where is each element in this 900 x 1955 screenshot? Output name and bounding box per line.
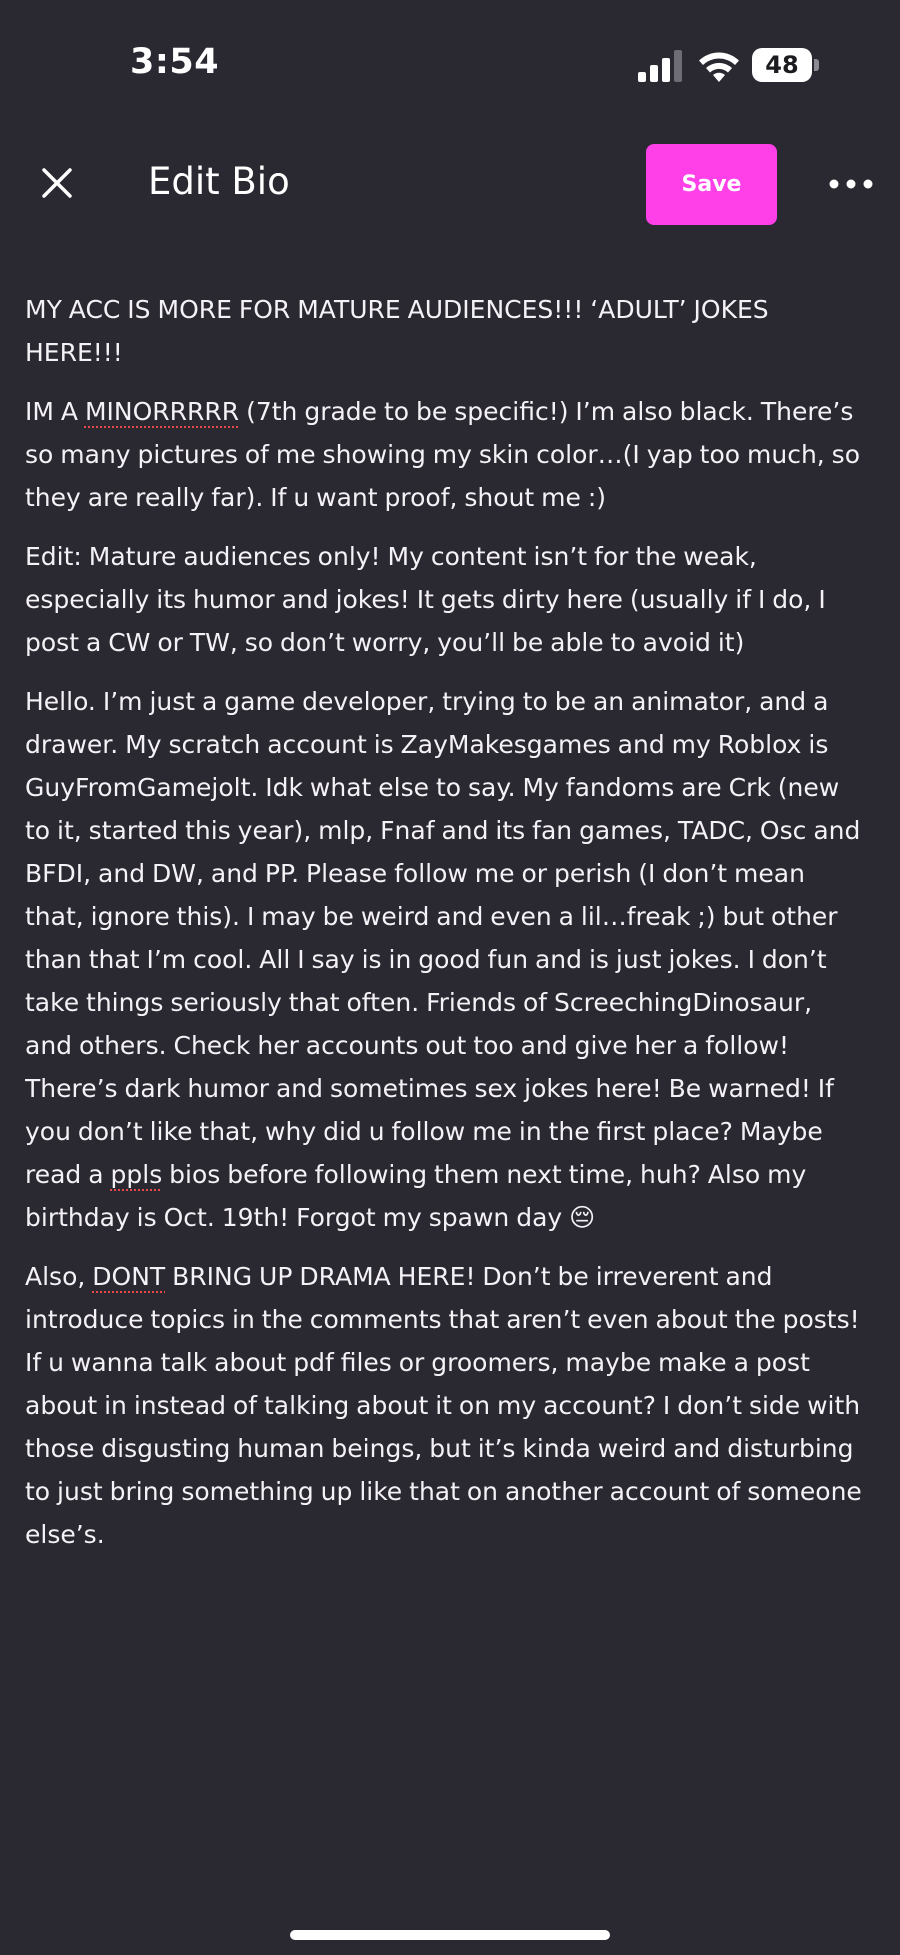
wifi-icon	[699, 52, 739, 82]
battery-tip	[814, 59, 819, 71]
bio-text-span: Also,	[25, 1262, 93, 1291]
bio-text-span: IM A	[25, 397, 85, 426]
bio-text-editor[interactable]: MY ACC IS MORE FOR MATURE AUDIENCES!!! ‘…	[25, 288, 865, 1808]
page-title: Edit Bio	[148, 160, 290, 203]
status-bar: 3:54 48	[0, 0, 900, 110]
bio-paragraph-4: Hello. I’m just a game developer, trying…	[25, 680, 865, 1239]
bio-text-span: Hello. I’m just a game developer, trying…	[25, 687, 861, 1189]
status-time: 3:54	[130, 42, 220, 82]
misspelled-word: DONT	[92, 1262, 166, 1291]
bio-paragraph-1: MY ACC IS MORE FOR MATURE AUDIENCES!!! ‘…	[25, 295, 769, 367]
battery-indicator: 48	[752, 48, 820, 82]
misspelled-word: MINORRRRR	[84, 397, 240, 426]
home-indicator[interactable]	[290, 1930, 610, 1940]
cellular-signal-icon	[638, 50, 682, 82]
close-icon[interactable]	[36, 162, 78, 204]
more-horizontal-icon[interactable]	[826, 166, 876, 202]
bio-paragraph-3: Edit: Mature audiences only! My content …	[25, 542, 826, 657]
save-button[interactable]: Save	[646, 144, 777, 225]
battery-level: 48	[752, 48, 812, 82]
misspelled-word: ppls	[110, 1160, 163, 1189]
edit-bio-header: Edit Bio Save	[0, 130, 900, 240]
bio-paragraph-5: Also, DONT BRING UP DRAMA HERE! Don’t be…	[25, 1255, 865, 1556]
bio-text-span: BRING UP DRAMA HERE! Don’t be irreverent…	[25, 1262, 862, 1549]
bio-paragraph-2: IM A MINORRRRR (7th grade to be specific…	[25, 390, 865, 519]
